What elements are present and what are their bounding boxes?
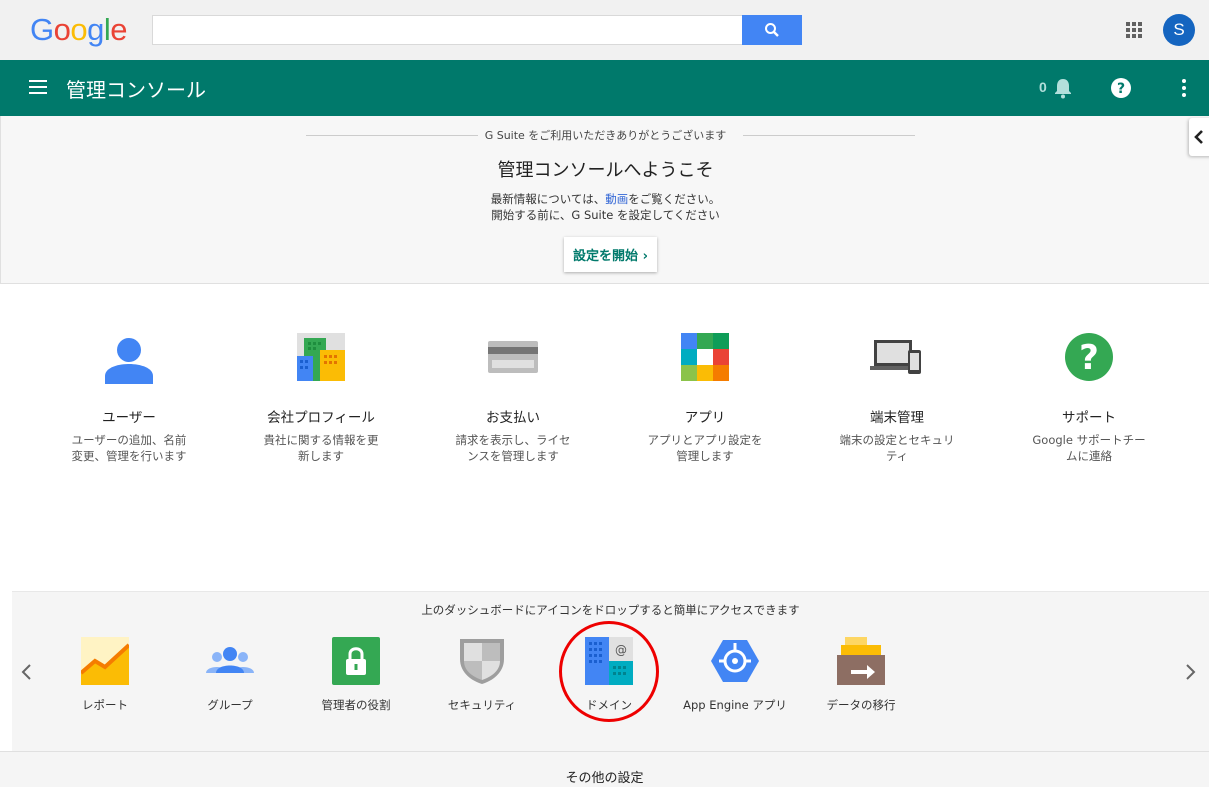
more-settings-label: その他の設定: [565, 771, 644, 786]
notification-count[interactable]: 0: [1039, 79, 1047, 95]
welcome-line2: 開始する前に、G Suite を設定してください: [491, 208, 720, 222]
page-title: 管理コンソール: [66, 78, 206, 102]
logo-letter-o2: o: [70, 12, 88, 47]
user-icon: [105, 338, 153, 384]
welcome-line1-suffix: をご覧ください。: [628, 192, 721, 206]
dock-item-domains[interactable]: @ ドメイン: [554, 637, 664, 713]
admin-header: 管理コンソール 0 ?: [0, 60, 1209, 116]
chevron-left-icon: [21, 664, 31, 680]
admin-roles-icon: [332, 637, 380, 685]
google-logo[interactable]: Google: [30, 12, 128, 48]
dock-item-label: 管理者の役割: [321, 698, 391, 712]
quick-access-dock: 上のダッシュボードにアイコンをドロップすると簡単にアクセスできます レポート グ…: [12, 591, 1209, 751]
top-bar: Google S: [0, 0, 1209, 60]
devices-icon: [870, 340, 921, 374]
search-box: [152, 15, 802, 45]
search-icon: [765, 23, 779, 37]
dock-item-label: レポート: [82, 698, 128, 712]
google-apps-icon[interactable]: [1126, 22, 1142, 38]
dock-item-label: セキュリティ: [447, 698, 517, 712]
security-icon: [460, 639, 504, 684]
chevron-right-icon: [1186, 664, 1196, 680]
dock-item-app-engine[interactable]: App Engine アプリ: [680, 637, 790, 713]
bell-icon[interactable]: [1053, 77, 1073, 99]
logo-letter-e: e: [110, 12, 128, 47]
dock-prev-button[interactable]: [20, 662, 32, 686]
svg-text:@: @: [615, 643, 627, 657]
dock-item-security[interactable]: セキュリティ: [427, 637, 537, 713]
dock-item-label: App Engine アプリ: [683, 698, 787, 712]
tile-desc: 請求を表示し、ライセンスを管理します: [455, 433, 571, 463]
welcome-tagline: G Suite をご利用いただきありがとうございます: [484, 129, 727, 142]
video-link[interactable]: 動画: [605, 192, 628, 206]
welcome-title: 管理コンソールへようこそ: [497, 160, 714, 181]
dock-item-label: ドメイン: [586, 698, 632, 712]
chevron-left-icon: [1194, 130, 1203, 144]
tile-desc: 貴社に関する情報を更新します: [263, 433, 379, 463]
apps-grid-icon: [681, 333, 729, 381]
tile-device-management[interactable]: 端末管理 端末の設定とセキュリティ: [827, 330, 967, 464]
tile-title: サポート: [1062, 410, 1116, 426]
svg-text:?: ?: [1117, 81, 1125, 97]
dock-item-label: データの移行: [826, 698, 896, 712]
tile-desc: 端末の設定とセキュリティ: [839, 433, 955, 463]
tile-desc: アプリとアプリ設定を管理します: [647, 433, 763, 463]
tile-billing[interactable]: お支払い 請求を表示し、ライセンスを管理します: [443, 330, 583, 464]
welcome-text: 最新情報については、動画をご覧ください。 開始する前に、G Suite を設定し…: [1, 191, 1209, 223]
dock-next-button[interactable]: [1185, 662, 1197, 686]
more-vert-icon[interactable]: [1182, 79, 1186, 100]
tile-title: 端末管理: [870, 410, 924, 426]
help-icon[interactable]: ?: [1110, 77, 1132, 99]
logo-letter-g2: g: [87, 12, 104, 47]
company-icon: [297, 333, 345, 381]
welcome-line1-prefix: 最新情報については、: [490, 192, 606, 206]
tile-desc: ユーザーの追加、名前変更、管理を行います: [71, 433, 187, 463]
app-engine-icon: [711, 640, 759, 682]
search-button[interactable]: [742, 15, 802, 45]
dock-hint: 上のダッシュボードにアイコンをドロップすると簡単にアクセスできます: [421, 603, 800, 617]
tile-title: ユーザー: [102, 410, 156, 426]
tile-users[interactable]: ユーザー ユーザーの追加、名前変更、管理を行います: [59, 330, 199, 464]
support-icon: ?: [1065, 333, 1113, 381]
dock-item-reports[interactable]: レポート: [50, 637, 160, 713]
dock-item-label: グループ: [207, 698, 253, 712]
tile-apps[interactable]: アプリ アプリとアプリ設定を管理します: [635, 330, 775, 464]
svg-text:?: ?: [1079, 338, 1099, 378]
tile-title: お支払い: [486, 410, 540, 426]
dock-item-admin-roles[interactable]: 管理者の役割: [301, 637, 411, 713]
side-panel-toggle[interactable]: [1189, 118, 1209, 156]
tile-company-profile[interactable]: 会社プロフィール 貴社に関する情報を更新します: [251, 330, 391, 464]
tile-desc: Google サポートチームに連絡: [1032, 433, 1146, 463]
reports-icon: [79, 637, 131, 685]
dock-item-groups[interactable]: グループ: [175, 637, 285, 713]
groups-icon: [206, 647, 254, 673]
avatar[interactable]: S: [1163, 14, 1195, 46]
dock-item-data-migration[interactable]: データの移行: [806, 637, 916, 713]
start-setup-button[interactable]: 設定を開始 ›: [564, 237, 657, 272]
data-migration-icon: [837, 637, 885, 685]
logo-letter-g: G: [30, 12, 54, 47]
tile-title: アプリ: [684, 410, 726, 426]
welcome-banner: G Suite をご利用いただきありがとうございます 管理コンソールへようこそ …: [0, 116, 1209, 284]
hamburger-menu-icon[interactable]: [29, 80, 47, 94]
search-input[interactable]: [153, 16, 743, 44]
billing-icon: [488, 341, 538, 373]
domains-icon: @: [585, 637, 633, 685]
logo-letter-o1: o: [53, 12, 71, 47]
tile-title: 会社プロフィール: [267, 410, 375, 426]
more-settings-bar[interactable]: その他の設定: [0, 751, 1209, 787]
tile-support[interactable]: ? サポート Google サポートチームに連絡: [1019, 330, 1159, 464]
